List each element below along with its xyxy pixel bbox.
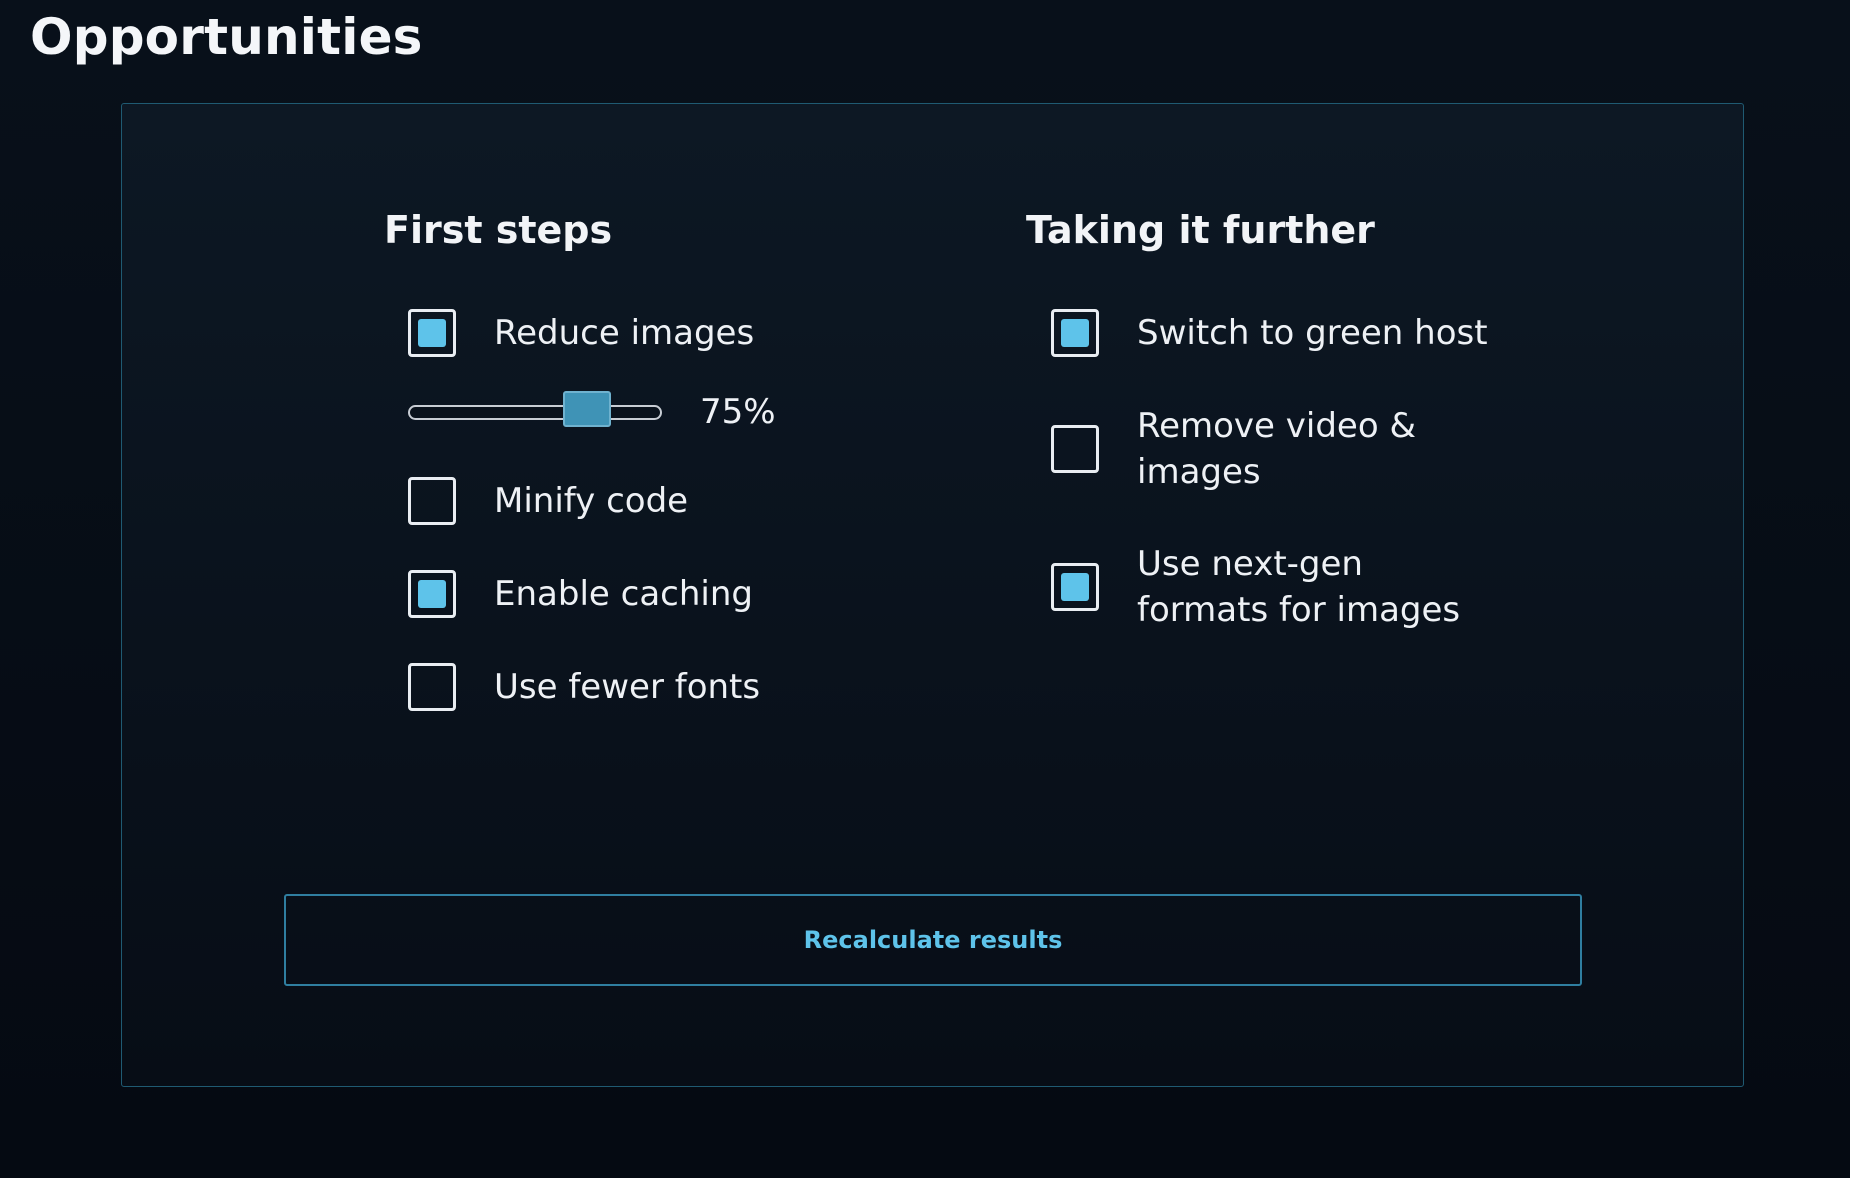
option-green-host: Switch to green host — [1051, 309, 1488, 357]
slider-thumb[interactable] — [562, 390, 611, 427]
option-enable-caching: Enable caching — [408, 570, 753, 618]
use-fewer-fonts-checkbox[interactable] — [408, 663, 456, 711]
option-use-fewer-fonts: Use fewer fonts — [408, 663, 760, 711]
checkbox-fill — [1061, 319, 1089, 347]
checkbox-fill — [418, 319, 446, 347]
enable-caching-checkbox[interactable] — [408, 570, 456, 618]
next-gen-formats-checkbox[interactable] — [1051, 563, 1099, 611]
remove-video-images-label: Remove video & images — [1137, 406, 1416, 492]
next-gen-formats-label: Use next-gen formats for images — [1137, 544, 1461, 630]
page-title: Opportunities — [30, 8, 423, 66]
first-steps-heading: First steps — [384, 208, 613, 252]
option-remove-video-images: Remove video & images — [1051, 403, 1427, 495]
option-minify-code: Minify code — [408, 477, 688, 525]
minify-code-label: Minify code — [494, 481, 689, 521]
slider-value: 75% — [700, 392, 776, 432]
recalculate-results-button[interactable]: Recalculate results — [284, 894, 1582, 986]
reduce-images-checkbox[interactable] — [408, 309, 456, 357]
green-host-label: Switch to green host — [1137, 313, 1488, 353]
image-quality-slider[interactable] — [408, 390, 662, 427]
option-next-gen-formats: Use next-gen formats for images — [1051, 541, 1477, 633]
image-quality-slider-row: 75% — [408, 390, 776, 432]
minify-code-checkbox[interactable] — [408, 477, 456, 525]
green-host-checkbox[interactable] — [1051, 309, 1099, 357]
checkbox-fill — [418, 580, 446, 608]
use-fewer-fonts-label: Use fewer fonts — [494, 667, 761, 707]
reduce-images-label: Reduce images — [494, 313, 755, 353]
taking-further-heading: Taking it further — [1026, 208, 1375, 252]
opportunities-panel: First steps Reduce images 75% Minify cod… — [121, 103, 1744, 1087]
remove-video-images-checkbox[interactable] — [1051, 425, 1099, 473]
enable-caching-label: Enable caching — [494, 574, 753, 614]
option-reduce-images: Reduce images — [408, 309, 754, 357]
checkbox-fill — [1061, 573, 1089, 601]
